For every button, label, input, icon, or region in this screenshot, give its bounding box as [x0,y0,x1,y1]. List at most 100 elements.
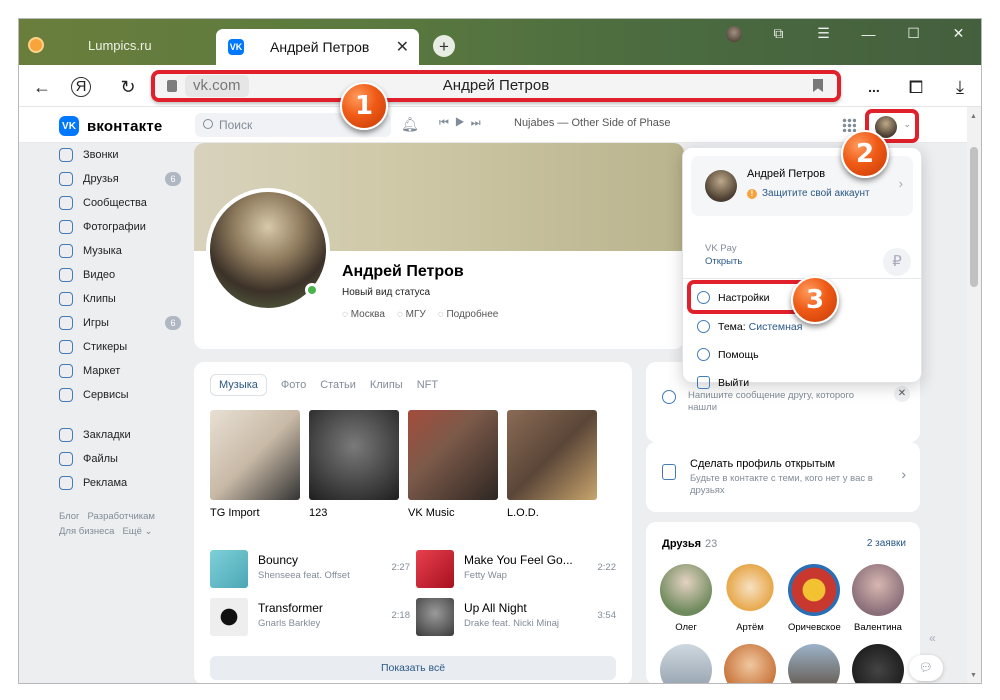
close-icon[interactable]: ✕ [894,386,910,402]
sidebar-item-clips[interactable]: Клипы [59,287,189,311]
ads-icon [59,476,73,490]
download-icon[interactable]: ⤓ [947,74,973,100]
track-duration: 2:22 [597,562,617,573]
close-tab-icon[interactable]: ✕ [396,37,409,57]
yandex-icon[interactable]: Я [71,77,91,97]
menu-item-theme[interactable]: Тема: Системная [697,320,802,333]
friend-avatar[interactable] [724,644,776,683]
scrollbar[interactable]: ▲ ▼ [967,107,981,683]
vkpay-label: VK Pay [705,243,737,254]
friend-avatar[interactable] [660,644,712,683]
message-icon [662,390,676,404]
profile-status[interactable]: Новый вид статуса [342,287,430,298]
apps-grid-icon[interactable] [842,118,856,132]
vk-logo[interactable]: VK вконтакте [59,116,162,136]
track-title: Bouncy [258,553,299,567]
secure-account-link[interactable]: Защитите свой аккаунт [747,188,870,199]
new-tab-button[interactable]: + [433,35,455,57]
album-card[interactable]: VK Music [408,410,498,519]
close-window-icon[interactable]: ✕ [936,25,981,42]
tab-music[interactable]: Музыка [210,374,267,396]
maximize-icon[interactable]: ☐ [891,25,936,42]
tab-clips[interactable]: Клипы [370,379,403,391]
online-indicator [305,283,319,297]
sidebar-item-video[interactable]: Видео [59,263,189,287]
reload-icon[interactable]: ↻ [115,74,141,100]
tab-articles[interactable]: Статьи [320,379,356,391]
sidebar-item-services[interactable]: Сервисы [59,383,189,407]
ruble-icon: ₽ [883,248,911,276]
vkpay-block[interactable]: VK Pay Открыть [705,242,742,268]
step-marker-1: 1 [340,82,388,130]
vk-header: VK вконтакте Поиск 🔔︎ ⏮▶⏭ Nujabes — Othe… [19,107,967,143]
sidebar-item-friends[interactable]: Друзья 6 [59,167,189,191]
friend-item[interactable]: Олег [660,564,712,633]
track-row[interactable]: Transformer Gnarls Barkley 2:18 [210,598,410,640]
footer-link-business[interactable]: Для бизнеса [59,526,114,537]
sidebar-item-music[interactable]: Музыка [59,239,189,263]
notifications-icon[interactable]: 🔔︎ [401,116,419,132]
step-marker-3: 3 [791,276,839,324]
sidebar-item-calls[interactable]: Звонки [59,143,189,167]
tab-lumpics[interactable]: Lumpics.ru [59,29,209,61]
step-marker-2: 2 [841,130,889,178]
album-card[interactable]: TG Import [210,410,300,519]
footer-link-dev[interactable]: Разработчикам [88,511,155,522]
friend-item[interactable]: Валентина [852,564,904,633]
menu-item-logout[interactable]: Выйти [697,376,749,389]
sidebar-item-label: Друзья [83,173,119,185]
sidebar-item-files[interactable]: Файлы [59,447,189,471]
menu-item-help[interactable]: Помощь [697,348,759,361]
menu-icon[interactable]: ☰ [801,25,846,42]
yandex-browser-icon[interactable] [28,37,44,53]
show-all-button[interactable]: Показать всё [210,656,616,680]
profile-icon[interactable] [711,25,756,43]
minimize-icon[interactable]: — [846,26,891,42]
back-icon[interactable]: ← [29,74,55,100]
address-bar[interactable]: vk.com Андрей Петров [151,70,841,102]
player-controls[interactable]: ⏮▶⏭ [439,117,487,130]
album-card[interactable]: L.O.D. [507,410,597,519]
sidebar-item-games[interactable]: Игры 6 [59,311,189,335]
open-profile-card[interactable]: Сделать профиль открытым Будьте в контак… [646,442,920,512]
sidebar-item-photos[interactable]: Фотографии [59,215,189,239]
media-block: Музыка Фото Статьи Клипы NFT TG Import 1… [194,362,632,683]
track-row[interactable]: Bouncy Shenseea feat. Offset 2:27 [210,550,410,592]
bookmarks-bar-icon[interactable]: ⧉ [756,25,801,42]
menu-item-settings[interactable]: Настройки [697,291,770,304]
sidebar-item-bookmarks[interactable]: Закладки [59,423,189,447]
tab-photos[interactable]: Фото [281,379,306,391]
track-artist[interactable]: Drake feat. Nicki Minaj [464,618,559,629]
footer-link-blog[interactable]: Блог [59,511,80,522]
tab-nft[interactable]: NFT [417,379,438,391]
now-playing[interactable]: Nujabes — Other Side of Phase [514,117,671,129]
scroll-down-icon[interactable]: ▼ [970,672,977,679]
friend-requests-link[interactable]: 2 заявки [867,538,906,549]
friend-avatar[interactable] [788,644,840,683]
scroll-thumb[interactable] [970,147,978,287]
track-artist[interactable]: Fetty Wap [464,570,507,581]
footer-link-more[interactable]: Ещё ⌄ [122,526,152,537]
more-button[interactable]: ... [861,74,887,100]
sidebar-item-stickers[interactable]: Стикеры [59,335,189,359]
track-artist[interactable]: Shenseea feat. Offset [258,570,350,581]
chat-bubble-icon[interactable]: 💬︎ [909,655,943,681]
friend-item[interactable]: Оричевское [788,564,841,633]
friend-item[interactable]: Артём [724,564,776,633]
sidebar-item-label: Игры [83,317,109,329]
friend-avatar[interactable] [852,644,904,683]
sidebar-item-communities[interactable]: Сообщества [59,191,189,215]
profile-more-link[interactable]: Подробнее [438,309,498,320]
vkpay-open-link[interactable]: Открыть [705,255,742,268]
track-row[interactable]: Make You Feel Go... Fetty Wap 2:22 [416,550,616,592]
friends-title[interactable]: Друзья 23 [662,538,717,550]
collapse-icon[interactable]: « [929,631,936,645]
sidebar-item-market[interactable]: Маркет [59,359,189,383]
extensions-icon[interactable]: ⧠ [903,74,929,100]
track-row[interactable]: Up All Night Drake feat. Nicki Minaj 3:5… [416,598,616,640]
sidebar-item-ads[interactable]: Реклама [59,471,189,495]
track-artist[interactable]: Gnarls Barkley [258,618,320,629]
album-card[interactable]: 123 [309,410,399,519]
scroll-up-icon[interactable]: ▲ [970,113,977,120]
tab-vk-active[interactable]: VK Андрей Петров ✕ [216,29,419,65]
